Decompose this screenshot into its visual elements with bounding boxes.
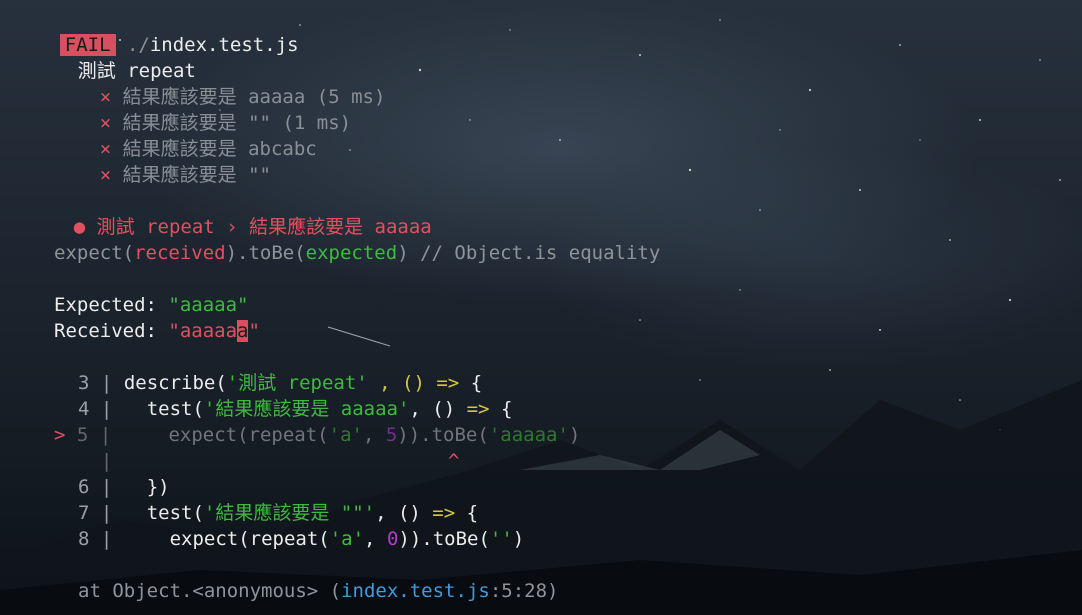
code-frame-line: 8 | expect(repeat('a', 0)).toBe('') (78, 526, 524, 552)
line-number: 4 (78, 398, 90, 420)
expected-line: Expected: "aaaaa" (54, 292, 248, 318)
code-text: { (489, 398, 513, 420)
code-text: describe( (123, 372, 227, 394)
test-result-row: × 結果應該要是 "" (54, 136, 271, 186)
code-text: { (459, 372, 483, 394)
test-result-row: × 結果應該要是 aaaaa (5 ms) (54, 58, 386, 108)
caret-icon: ^ (448, 450, 460, 472)
failure-suite: 測試 repeat (96, 216, 215, 238)
code-arrow: => (432, 502, 456, 524)
code-string: 'a' (329, 528, 365, 550)
line-number: 6 (78, 476, 90, 498)
code-arrow: => (436, 372, 460, 394)
code-string: '結果應該要是 aaaaa' (203, 398, 410, 420)
code-text: , (364, 528, 387, 550)
failure-separator: › (226, 216, 238, 238)
code-string: 'a' (328, 424, 363, 446)
fail-x-icon: × (99, 164, 112, 186)
code-text: , (362, 424, 386, 446)
matcher-hint: expect(received).toBe(expected) // Objec… (54, 240, 660, 266)
code-arrow: => (466, 398, 490, 420)
matcher-expected: expected (305, 242, 398, 264)
code-number: 0 (386, 528, 399, 550)
line-number: 5 (76, 424, 89, 446)
matcher-tobe: ).toBe( (225, 242, 306, 264)
stack-file-link[interactable]: index.test.js (341, 580, 490, 602)
code-text: }) (123, 476, 170, 498)
code-text: { (455, 502, 479, 524)
failure-test: 結果應該要是 aaaaa (249, 216, 432, 238)
received-value-end: " (248, 320, 260, 342)
code-text: , () (409, 398, 467, 420)
stack-prefix: at Object.<anonymous> ( (78, 580, 342, 602)
code-text: test( (123, 502, 204, 524)
code-frame-line-error: > 5 | expect(repeat('a', 5)).toBe('aaaaa… (54, 422, 580, 448)
line-number: 7 (78, 502, 90, 524)
code-frame-line: 3 | describe('測試 repeat' , () => { (78, 370, 482, 396)
code-string: 'aaaaa' (488, 424, 569, 446)
code-frame-line: 6 | }) (78, 474, 170, 500)
expected-value: "aaaaa" (168, 294, 249, 316)
test-file-header: FAIL ./index.test.js (14, 6, 299, 56)
matcher-received: received (134, 242, 226, 264)
code-text: expect(repeat( (123, 528, 330, 550)
failure-heading: ● 測試 repeat › 結果應該要是 aaaaa (28, 188, 432, 238)
gutter-pipe: | (100, 450, 113, 472)
test-result-row: × 結果應該要是 abcabc (54, 110, 317, 160)
received-diff-highlight: a (237, 320, 249, 342)
code-text: , () (367, 372, 437, 394)
gutter-pipe: | (100, 398, 113, 420)
line-number: 8 (78, 528, 90, 550)
gutter-pipe: | (99, 424, 112, 446)
received-value: "aaaaa (168, 320, 238, 342)
test-result-row: × 結果應該要是 "" (1 ms) (54, 84, 351, 134)
expected-label: Expected: (54, 294, 169, 316)
matcher-expect: expect( (54, 242, 135, 264)
code-string: '' (489, 528, 513, 550)
received-label: Received: (54, 320, 169, 342)
code-string: '結果應該要是 ""' (203, 502, 376, 524)
suite-title: 測試 repeat (32, 32, 196, 82)
code-frame-caret-line: | (78, 448, 112, 474)
test-label: 結果應該要是 "" (122, 164, 271, 186)
gutter-pipe: | (100, 476, 113, 498)
code-number: 5 (385, 424, 398, 446)
code-text: expect(repeat( (122, 424, 329, 446)
error-line-marker: > (54, 424, 66, 446)
stack-trace-line: at Object.<anonymous> (index.test.js:5:2… (78, 578, 558, 604)
gutter-pipe: | (100, 372, 113, 394)
failure-bullet-icon: ● (73, 216, 86, 238)
received-line: Received: "aaaaaa" (54, 318, 260, 344)
code-frame-line: 4 | test('結果應該要是 aaaaa', () => { (78, 396, 512, 422)
code-frame-line: 7 | test('結果應該要是 ""', () => { (78, 500, 478, 526)
code-text: test( (123, 398, 204, 420)
code-text: )).toBe( (398, 528, 490, 550)
stack-location: :5:28) (489, 580, 559, 602)
code-text: ) (568, 424, 581, 446)
terminal-window: FAIL ./index.test.js 測試 repeat × 結果應該要是 … (0, 0, 1082, 615)
matcher-comment: // Object.is equality (408, 242, 661, 264)
gutter-pipe: | (100, 502, 113, 524)
code-text: , () (375, 502, 433, 524)
code-text: )).toBe( (397, 424, 489, 446)
gutter-pipe: | (100, 528, 113, 550)
matcher-close: ) (397, 242, 409, 264)
line-number: 3 (78, 372, 90, 394)
error-caret: ^ (448, 448, 459, 474)
code-string: '測試 repeat' (226, 372, 368, 394)
code-text: ) (512, 528, 525, 550)
